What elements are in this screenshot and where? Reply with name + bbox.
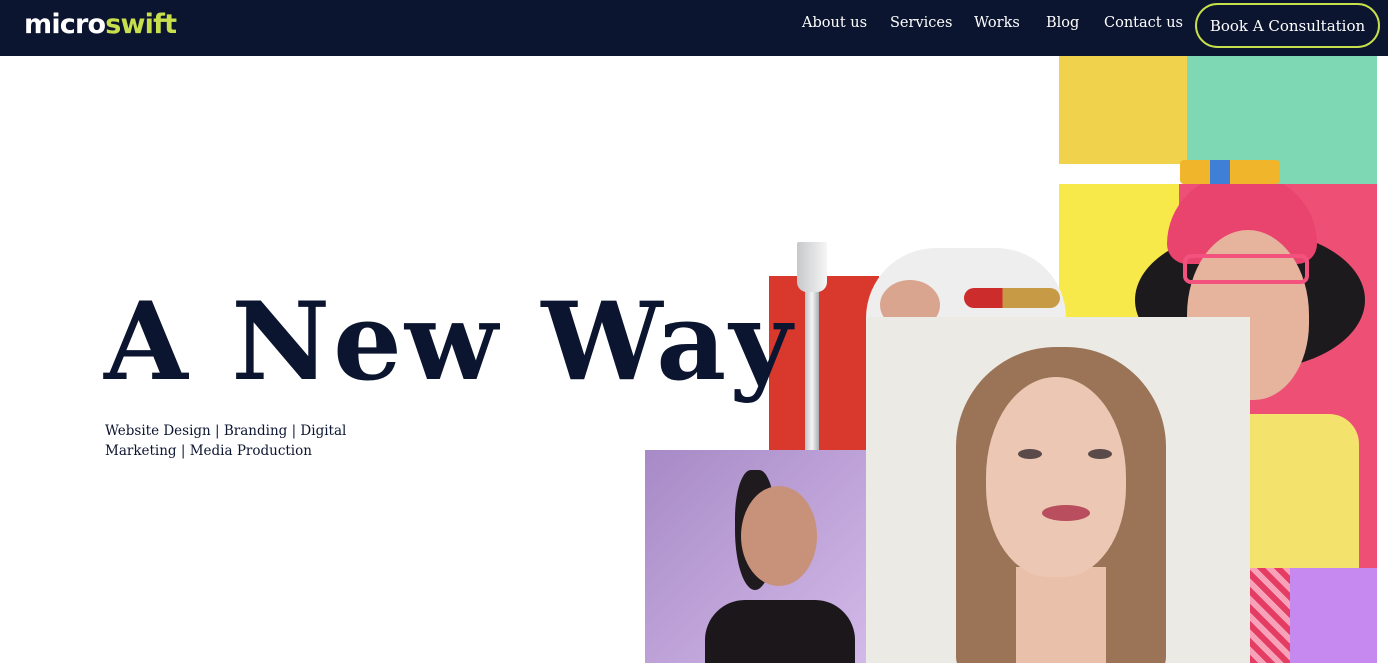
collage-eye-right: [1088, 449, 1112, 459]
navbar: microswift About us Services Works Blog …: [0, 0, 1388, 56]
collage-purple-tile: [1250, 568, 1377, 663]
nav-blog[interactable]: Blog: [1046, 12, 1079, 34]
collage-face-shape: [741, 486, 817, 586]
collage-woman-purple-image: [645, 450, 866, 663]
collage-yellow-tile: [1059, 56, 1187, 164]
hero-subtitle: Website Design | Branding | Digital Mark…: [105, 423, 347, 459]
logo-text-swift: swift: [105, 9, 177, 40]
logo[interactable]: microswift: [24, 7, 177, 43]
collage-eye-left: [1018, 449, 1042, 459]
nav-contact-us[interactable]: Contact us: [1104, 12, 1183, 34]
collage-lips: [1042, 505, 1090, 521]
glasses-icon: [1183, 254, 1309, 284]
logo-text-micro: micro: [24, 9, 106, 40]
hero-title: A New Way: [104, 279, 796, 405]
fork-head-icon: [797, 242, 827, 292]
nav-works[interactable]: Works: [974, 12, 1020, 34]
collage-body-shape: [705, 600, 855, 663]
collage-portrait-woman-image: [866, 317, 1250, 663]
collage-face-shape: [986, 377, 1126, 577]
collage-divider: [1059, 164, 1115, 184]
book-consultation-button[interactable]: Book A Consultation: [1195, 3, 1380, 48]
camera-icon: [1180, 160, 1280, 184]
collage-neck-shape: [1016, 567, 1106, 663]
collage-striped-tie: [1250, 568, 1290, 663]
lipstick-icon: [964, 288, 1060, 308]
nav-about-us[interactable]: About us: [802, 12, 867, 34]
nav-services[interactable]: Services: [890, 12, 952, 34]
